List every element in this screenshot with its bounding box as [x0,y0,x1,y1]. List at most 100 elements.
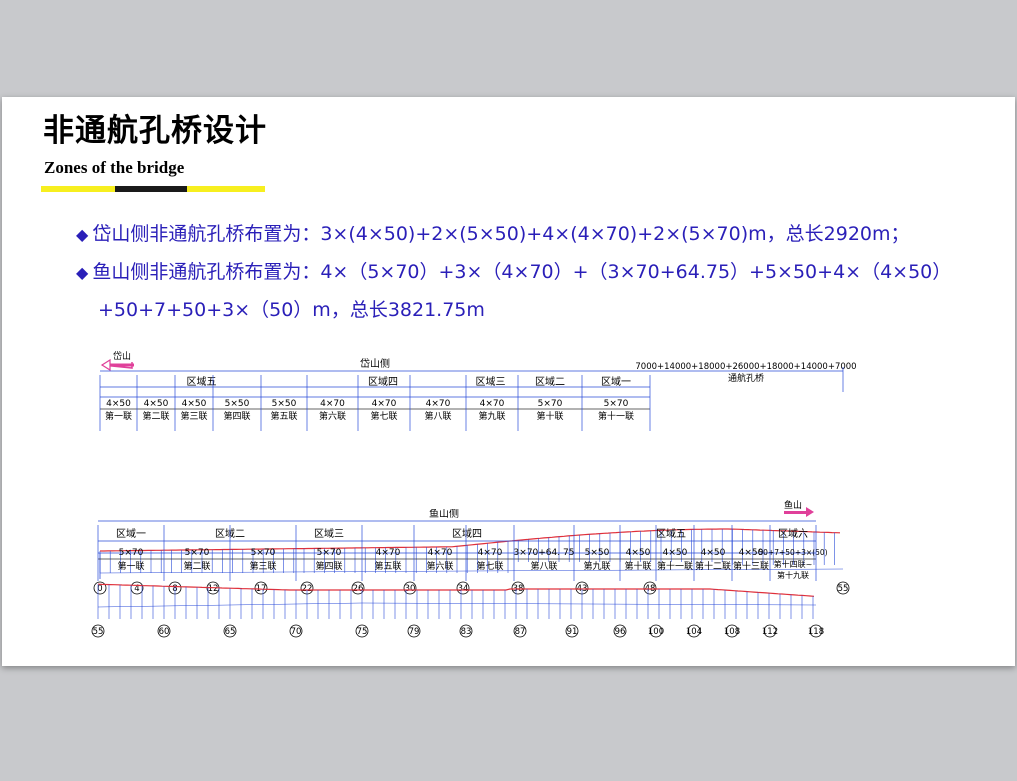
bottom-pier-number: 83 [461,627,472,637]
bottom-span-label: 5×50 [585,548,610,558]
top-span-label: 4×70 [372,399,397,409]
top-zone-label: 区域五 [187,375,217,388]
bottom-unit-label: 第二联 [183,560,210,572]
bottom-span-label: 50+7+50+3×(50) [758,548,827,557]
bottom-pier-number: 91 [567,627,578,637]
bottom-span-label: 5×70 [251,548,276,558]
title-underline-yellow-left [41,186,115,192]
bullet-daishan: ◆ 岱山侧非通航孔桥布置为：3×(4×50)+2×(5×50)+4×(4×70)+… [76,219,910,246]
bottom-zone-label: 区域六 [778,527,808,540]
top-unit-label: 第五联 [270,410,297,422]
diamond-bullet-icon: ◆ [76,263,89,282]
bottom-pier-number: 96 [615,627,626,637]
bottom-span-label: 3×70+64. 75 [514,548,575,558]
top-unit-label: 第七联 [370,410,397,422]
bottom-unit-label: 第十三联 [733,560,769,572]
bottom-span-label: 4×50 [701,548,726,558]
top-span-label: 4×70 [480,399,505,409]
top-unit-label: 第三联 [180,410,207,422]
bottom-ground-line [361,602,817,606]
top-unit-label: 第六联 [319,410,346,422]
bottom-pier-number: 104 [686,627,702,637]
title-underline-black [115,186,187,192]
top-unit-label: 第二联 [142,410,169,422]
bottom-span-label: 4×50 [663,548,688,558]
top-pier-number: 55 [838,584,849,594]
bottom-span-label: 4×50 [626,548,651,558]
top-span-label: 5×70 [538,399,563,409]
bullet-yushan: ◆ 鱼山侧非通航孔桥布置为：4×（5×70）+3×（4×70）+（3×70+64.… [76,257,951,284]
bullet-daishan-text: 岱山侧非通航孔桥布置为：3×(4×50)+2×(5×50)+4×(4×70)+2… [92,223,910,245]
bottom-unit-label: 第十四联~ [774,559,813,569]
daishan-side-title: 岱山侧 [360,357,390,370]
bottom-unit-label: 第八联 [530,560,557,572]
slide-title: 非通航孔桥设计 [43,113,267,149]
bottom-pier-number: 70 [291,627,302,637]
top-unit-label: 第九联 [478,410,505,422]
bottom-unit-label: 第四联 [315,560,342,572]
slide-subtitle: Zones of the bridge [44,158,185,177]
top-zone-label: 区域三 [476,375,506,388]
top-span-label: 5×50 [272,399,297,409]
bottom-unit-label: 第三联 [249,560,276,572]
top-span-label: 5×50 [225,399,250,409]
top-unit-label: 第一联 [105,410,132,422]
bridge-layout-diagram-yushan: 鱼山侧 区域一 区域二 区域三 区域四 区域五 区域六 5×70 第一联 5×70 第二联 5×70 第… [90,507,830,654]
bottom-span-label: 4×70 [376,548,401,558]
yushan-arrow-icon [784,511,806,514]
bottom-span-label: 4×70 [478,548,503,558]
bottom-unit-label: 第一联 [117,560,144,572]
bottom-pier-number: 118 [808,627,824,637]
bottom-unit-label: 第十二联 [695,560,731,572]
bottom-unit-label: 第五联 [374,560,401,572]
bottom-deck-profile [97,583,815,597]
bottom-pier-number: 60 [159,627,170,637]
nav-span-name: 通航孔桥 [728,372,764,384]
bottom-span-label: 4×70 [428,548,453,558]
arrow-head-icon [100,358,111,372]
top-unit-label: 第八联 [424,410,451,422]
top-span-label: 4×50 [182,399,207,409]
daishan-arrow-label: 岱山 [113,350,131,362]
top-unit-label: 第四联 [223,410,250,422]
bottom-span-label: 5×70 [317,548,342,558]
bottom-unit-label: 第十九联 [777,570,809,580]
bridge-layout-svg-yushan: 鱼山侧区域一 区域二 区域三 区域四 区域五 区域六5×70第一联5×70第二联5×70第… [91,507,828,638]
bottom-unit-label: 第九联 [583,560,610,572]
bottom-pier-number: 112 [762,627,778,637]
bottom-pier-number: 75 [357,627,368,637]
bullet-yushan-text-line1: 鱼山侧非通航孔桥布置为：4×（5×70）+3×（4×70）+（3×70+64.7… [92,261,952,283]
bottom-pier-number: 79 [409,627,420,637]
yushan-arrow-label: 鱼山 [784,501,803,511]
top-span-label: 4×70 [426,399,451,409]
top-unit-label: 第十联 [536,410,563,422]
bottom-span-label: 5×70 [185,548,210,558]
bullet-yushan-text-line2: +50+7+50+3×（50）m，总长3821.75m [98,299,485,321]
nav-span-formula: 7000+14000+18000+26000+18000+14000+7000 [635,362,856,372]
top-span-label: 4×50 [144,399,169,409]
bottom-zone-label: 区域四 [452,527,482,540]
top-zone-label: 区域一 [601,375,631,388]
bottom-span-label: 5×70 [119,548,144,558]
bottom-zone-label: 区域五 [656,527,686,540]
bottom-pier-number: 65 [225,627,236,637]
bottom-unit-label: 第十一联 [657,560,693,572]
yushan-arrow-head-icon [806,507,814,517]
title-underline-yellow-right [187,186,265,192]
bottom-zone-label: 区域三 [314,527,344,540]
top-unit-label: 第十一联 [598,410,634,422]
diamond-bullet-icon: ◆ [76,225,89,244]
top-span-label: 4×70 [320,399,345,409]
top-span-label: 5×70 [604,399,629,409]
bottom-unit-label: 第十联 [624,560,651,572]
yushan-side-title: 鱼山侧 [429,509,459,520]
bottom-pier-number: 55 [93,627,104,637]
top-span-label: 4×50 [106,399,131,409]
bottom-pier-number: 100 [648,627,664,637]
bottom-unit-label: 第六联 [426,560,453,572]
top-zone-label: 区域四 [368,375,398,388]
bottom-pier-number: 108 [724,627,740,637]
bottom-unit-label: 第七联 [476,560,503,572]
bottom-pier-number: 87 [515,627,526,637]
bullet-yushan-line2: +50+7+50+3×（50）m，总长3821.75m [98,295,485,322]
